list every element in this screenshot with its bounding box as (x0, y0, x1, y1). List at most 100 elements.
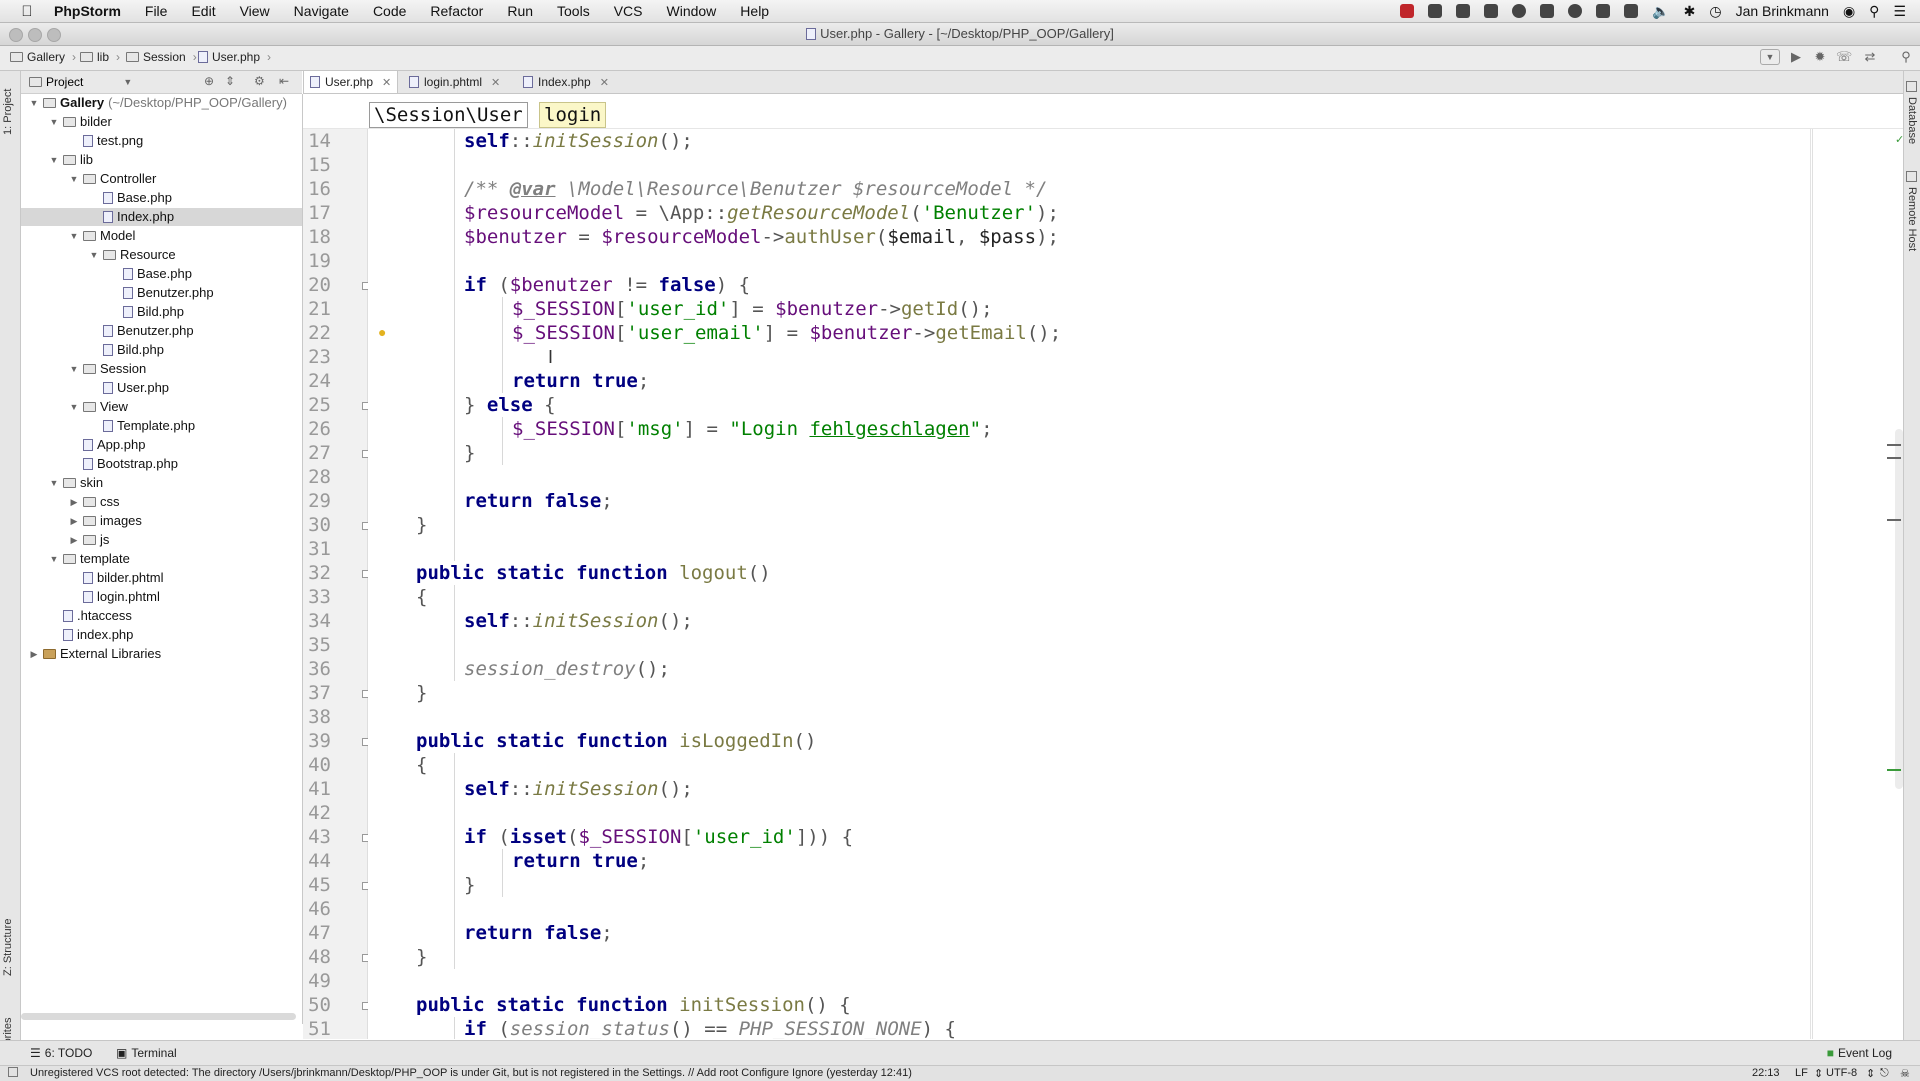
tree-item[interactable]: login.phtml (21, 588, 302, 606)
tool-window-database[interactable]: Database (1906, 97, 1918, 144)
chevron-down-icon[interactable]: ▼ (69, 170, 79, 188)
lock-icon[interactable]: ⎋ (1880, 1067, 1889, 1080)
code-editor[interactable]: I self::initSession();/** @var \Model\Re… (368, 129, 1812, 1039)
chevron-right-icon[interactable]: ▶ (29, 645, 39, 663)
caret-position[interactable]: 22:13 (1752, 1067, 1780, 1079)
breadcrumb-item[interactable]: User.php › (198, 50, 271, 64)
tray-plus-icon[interactable] (1484, 4, 1499, 18)
tree-item[interactable]: ▶ css (21, 493, 302, 511)
close-tab-icon[interactable]: ✕ (491, 76, 500, 89)
tree-item[interactable]: ▼ lib (21, 151, 302, 169)
status-message[interactable]: Unregistered VCS root detected: The dire… (30, 1067, 912, 1079)
menu-item[interactable]: Refactor (430, 3, 483, 19)
editor-tab[interactable]: login.phtml ✕ (403, 71, 506, 93)
line-separator[interactable]: LF (1795, 1067, 1808, 1079)
editor-tab[interactable]: User.php ✕ (303, 71, 399, 93)
time-machine-icon[interactable]: ◷ (1709, 3, 1721, 20)
close-tab-icon[interactable]: ✕ (600, 76, 609, 89)
user-icon[interactable]: ◉ (1843, 3, 1855, 20)
editor-scrollbar[interactable] (1895, 429, 1903, 789)
breadcrumb-method[interactable]: login (539, 102, 607, 128)
spotlight-icon[interactable]: ⚲ (1869, 3, 1879, 20)
tool-window-remote-host[interactable]: Remote Host (1906, 187, 1918, 251)
run-config-dropdown[interactable]: ▼ (1760, 49, 1780, 65)
project-view-selector[interactable]: Project ▼ (29, 75, 132, 89)
menubar-user[interactable]: Jan Brinkmann (1736, 3, 1829, 19)
tree-item[interactable]: ▼ Gallery (~/Desktop/PHP_OOP/Gallery) (21, 94, 302, 112)
tool-window-event-log[interactable]: ■ Event Log (1827, 1046, 1892, 1060)
record-icon[interactable] (1400, 4, 1415, 18)
bluetooth-icon[interactable]: ✱ (1684, 3, 1696, 20)
tree-item[interactable]: Bild.php (21, 341, 302, 359)
tree-item[interactable]: ▼ Session (21, 360, 302, 378)
run-icon[interactable]: ▶ (1788, 49, 1804, 65)
menu-item[interactable]: Navigate (294, 3, 349, 19)
tree-item[interactable]: Index.php (21, 208, 302, 226)
tree-item[interactable]: Benutzer.php (21, 322, 302, 340)
chevron-down-icon[interactable]: ▼ (69, 398, 79, 416)
gear-icon[interactable]: ⚙ (254, 74, 265, 88)
tree-item[interactable]: App.php (21, 436, 302, 454)
chevron-down-icon[interactable]: ▼ (89, 246, 99, 264)
tree-scrollbar[interactable] (21, 1013, 296, 1020)
menu-item[interactable]: Tools (557, 3, 590, 19)
chevron-right-icon[interactable]: ▶ (69, 493, 79, 511)
chevron-down-icon[interactable]: ▼ (29, 94, 39, 112)
menu-item[interactable]: Run (507, 3, 533, 19)
menu-item[interactable]: Edit (191, 3, 215, 19)
close-tab-icon[interactable]: ✕ (382, 76, 391, 89)
evernote-icon[interactable] (1596, 4, 1611, 18)
tree-item[interactable]: ▼ skin (21, 474, 302, 492)
tree-item[interactable]: ▶ External Libraries (21, 645, 302, 663)
menu-item[interactable]: View (240, 3, 270, 19)
tree-item[interactable]: ▶ images (21, 512, 302, 530)
tree-item[interactable]: Benutzer.php (21, 284, 302, 302)
breadcrumb-class[interactable]: \Session\User (369, 102, 528, 128)
chevron-down-icon[interactable]: ▼ (49, 113, 59, 131)
tree-item[interactable]: ▼ template (21, 550, 302, 568)
volume-icon[interactable]: 🔈 (1652, 3, 1669, 20)
file-encoding[interactable]: UTF-8 (1826, 1067, 1857, 1079)
tree-item[interactable]: .htaccess (21, 607, 302, 625)
menu-item[interactable]: VCS (614, 3, 643, 19)
inspector-icon[interactable]: ☠ (1900, 1067, 1910, 1080)
wifi-icon[interactable] (1568, 4, 1583, 18)
search-everywhere-icon[interactable]: ⚲ (1898, 49, 1914, 65)
menu-item[interactable]: Help (740, 3, 769, 19)
intention-bulb-icon[interactable]: ● (378, 324, 386, 340)
chevron-down-icon[interactable]: ▼ (49, 151, 59, 169)
chevron-down-icon[interactable]: ▼ (49, 474, 59, 492)
tree-item[interactable]: bilder.phtml (21, 569, 302, 587)
breadcrumb-item[interactable]: Gallery › (10, 50, 76, 64)
listen-debug-icon[interactable]: ☏ (1836, 49, 1852, 65)
tray-info-icon[interactable] (1512, 4, 1527, 18)
tree-item[interactable]: Base.php (21, 189, 302, 207)
tree-item[interactable]: Bootstrap.php (21, 455, 302, 473)
tree-item[interactable]: test.png (21, 132, 302, 150)
tray-book-icon[interactable] (1540, 4, 1555, 18)
hide-panel-icon[interactable]: ⇤ (279, 74, 289, 88)
breadcrumb-item[interactable]: Session › (126, 50, 197, 64)
menu-item[interactable]: Window (667, 3, 717, 19)
apple-icon[interactable]:  (18, 3, 36, 20)
tree-item[interactable]: Base.php (21, 265, 302, 283)
chevron-right-icon[interactable]: ▶ (69, 531, 79, 549)
menu-app-name[interactable]: PhpStorm (54, 3, 121, 19)
locate-file-icon[interactable]: ⊕ (204, 74, 214, 88)
screen-icon[interactable] (1624, 4, 1639, 18)
chevron-down-icon[interactable]: ▼ (69, 227, 79, 245)
tree-item[interactable]: index.php (21, 626, 302, 644)
tool-window-terminal[interactable]: ▣ Terminal (116, 1046, 177, 1060)
chevron-down-icon[interactable]: ▼ (69, 360, 79, 378)
sync-icon[interactable]: ⇄ (1862, 49, 1878, 65)
chevron-down-icon[interactable]: ▼ (49, 550, 59, 568)
notification-center-icon[interactable]: ☰ (1893, 3, 1906, 20)
tree-item[interactable]: ▼ View (21, 398, 302, 416)
tree-item[interactable]: Bild.php (21, 303, 302, 321)
menu-item[interactable]: File (145, 3, 168, 19)
toggle-tool-windows-icon[interactable] (8, 1067, 18, 1077)
tree-item[interactable]: ▼ Model (21, 227, 302, 245)
editor-tab[interactable]: Index.php ✕ (517, 71, 615, 93)
tool-window-project[interactable]: 1: Project (2, 89, 14, 135)
collapse-all-icon[interactable]: ⇕ (225, 74, 235, 88)
